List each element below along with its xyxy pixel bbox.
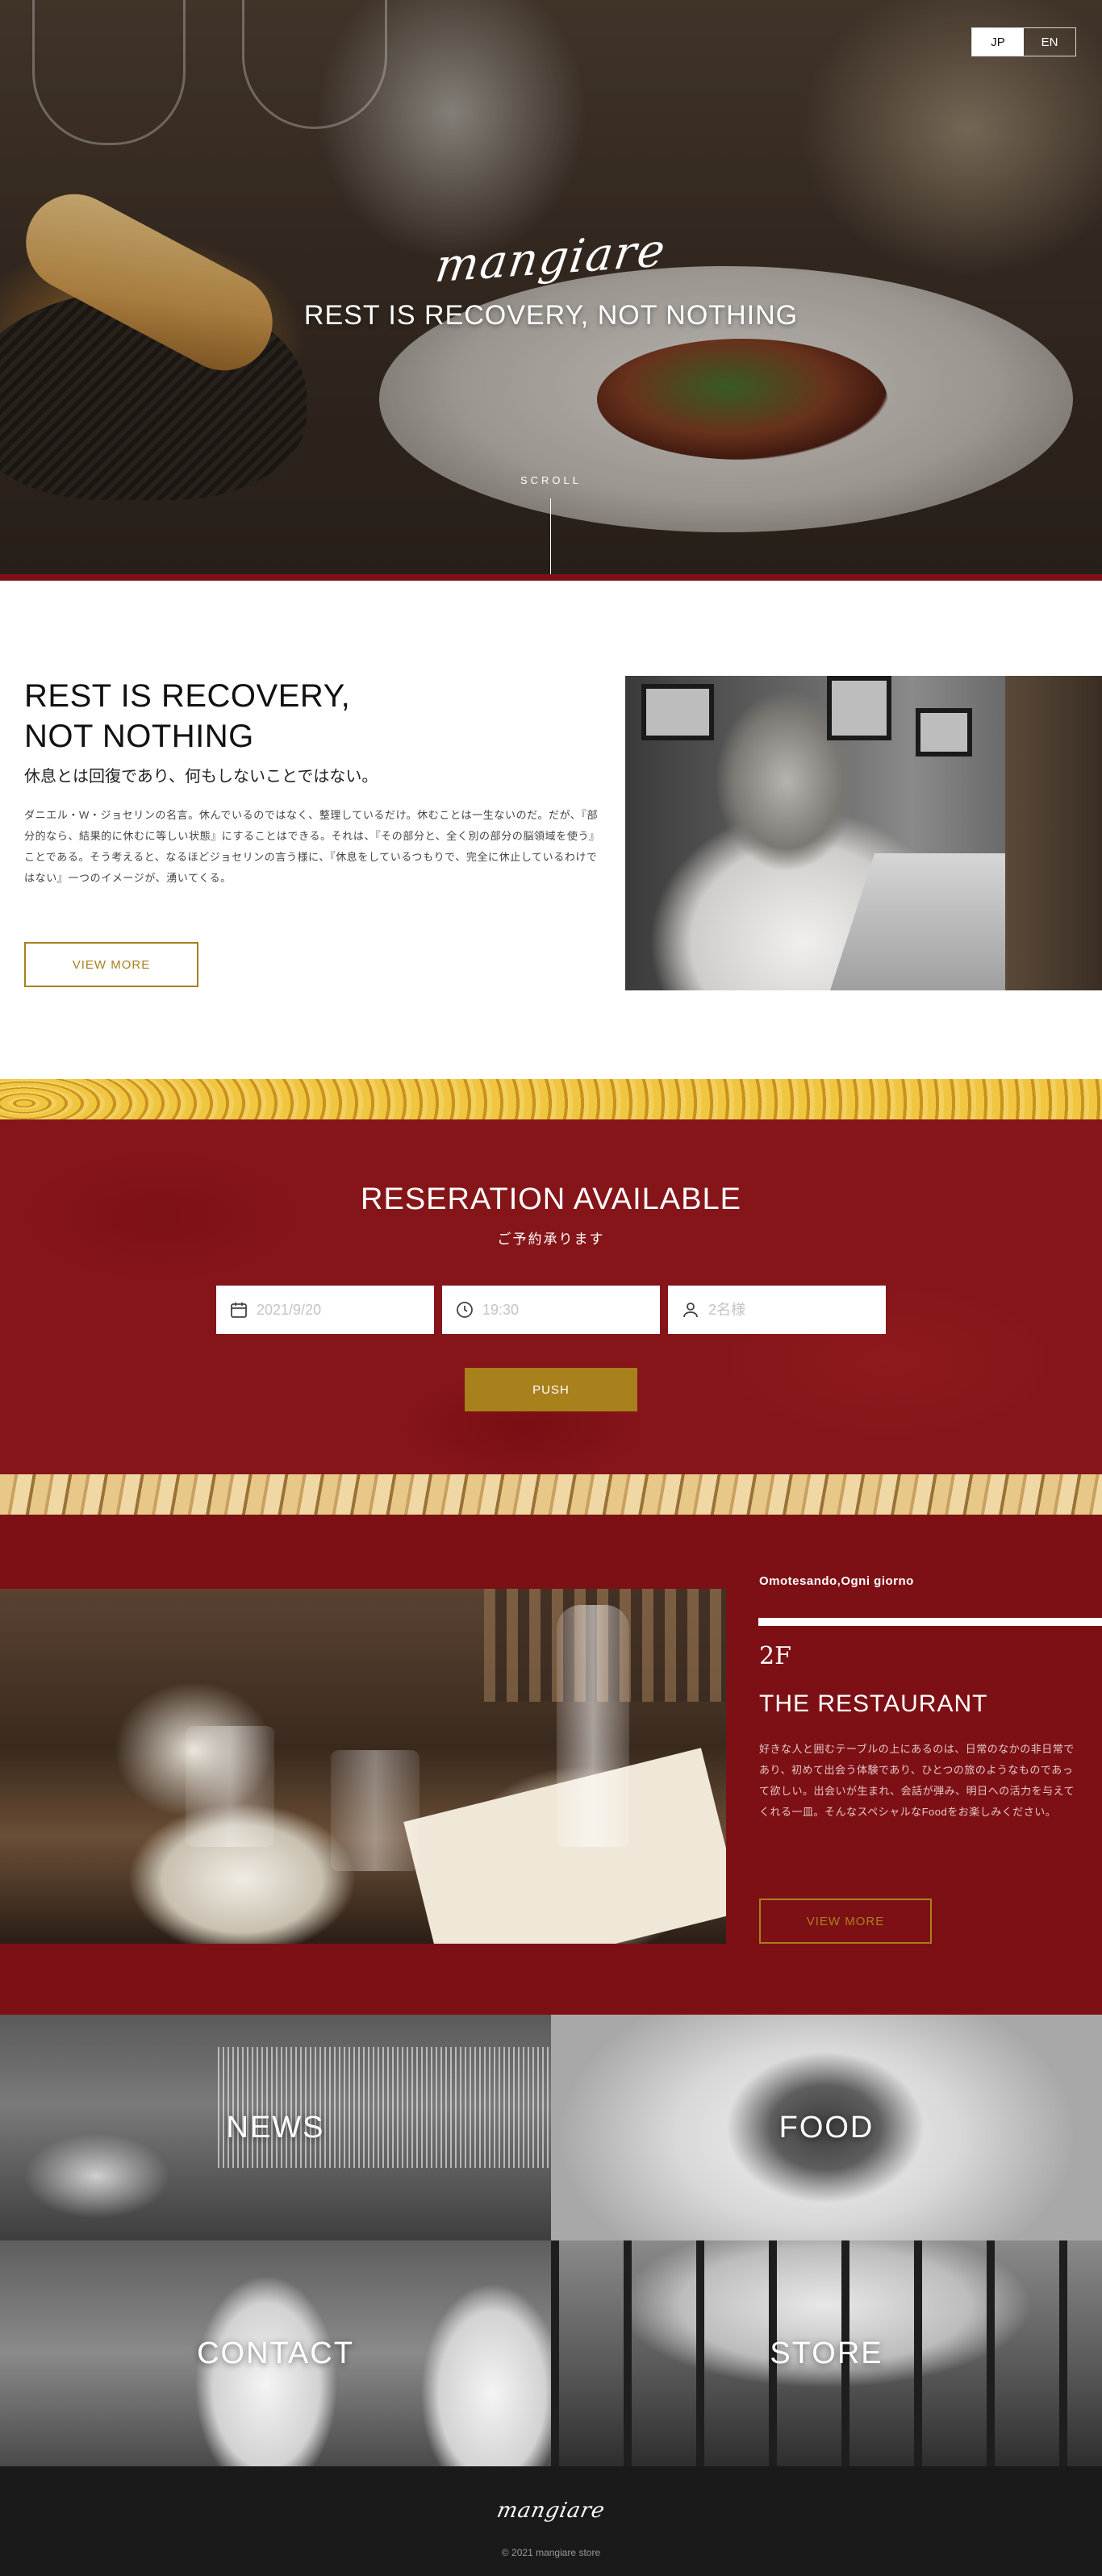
- intro-heading: REST IS RECOVERY, NOT NOTHING: [24, 676, 350, 757]
- intro-subheading: 休息とは回復であり、何もしないことではない。: [24, 768, 378, 786]
- chef-photo-door: [1005, 676, 1102, 990]
- restaurant-view-more-button[interactable]: VIEW MORE: [759, 1899, 932, 1944]
- intro-heading-line1: REST IS RECOVERY,: [24, 678, 351, 714]
- hero-bottom-bar: [0, 574, 1102, 581]
- restaurant-photo-bottle: [557, 1605, 629, 1847]
- scroll-label[interactable]: SCROLL: [0, 474, 1102, 486]
- pasta-divider-top: [0, 1079, 1102, 1119]
- people-input[interactable]: [708, 1301, 870, 1319]
- store-tile[interactable]: STORE: [551, 2240, 1102, 2466]
- restaurant-photo: [0, 1589, 726, 1944]
- time-input[interactable]: [482, 1301, 644, 1319]
- restaurant-tagline: Omotesando,Ogni giorno: [759, 1574, 914, 1588]
- lang-en-button[interactable]: EN: [1024, 28, 1075, 56]
- intro-heading-line2: NOT NOTHING: [24, 719, 254, 754]
- intro-body-text: ダニエル・W・ジョセリンの名言。休んでいるのではなく、整理しているだけ。休むこと…: [24, 809, 599, 884]
- intro-view-more-button[interactable]: VIEW MORE: [24, 942, 198, 987]
- news-tile[interactable]: NEWS: [0, 2015, 551, 2240]
- language-switcher: JP EN: [971, 27, 1076, 56]
- news-tile-label: NEWS: [226, 2110, 325, 2145]
- copyright: © 2021 mangiare store: [501, 2547, 601, 2558]
- footer-logo[interactable]: mangiare: [0, 2499, 1102, 2523]
- store-tile-label: STORE: [770, 2336, 883, 2370]
- reservation-title: RESERATION AVAILABLE: [361, 1182, 741, 1216]
- restaurant-photo-glass: [186, 1726, 274, 1847]
- food-tile[interactable]: FOOD: [551, 2015, 1102, 2240]
- date-input[interactable]: [257, 1301, 418, 1319]
- hero-title: REST IS RECOVERY, NOT NOTHING: [303, 300, 799, 331]
- wall-frame: [916, 708, 972, 757]
- pasta-divider-bottom: [0, 1474, 1102, 1515]
- people-field[interactable]: [668, 1286, 886, 1334]
- restaurant-description: 好きな人と囲むテーブルの上にあるのは、日常のなかの非日常であり、初めて出会う体験…: [759, 1743, 1075, 1818]
- restaurant-floor: 2F: [759, 1642, 791, 1670]
- calendar-icon: [231, 1303, 247, 1318]
- push-button[interactable]: PUSH: [465, 1368, 637, 1411]
- contact-tile-label: CONTACT: [197, 2336, 354, 2370]
- restaurant-name: THE RESTAURANT: [759, 1690, 988, 1717]
- footer: mangiare © 2021 mangiare store: [0, 2466, 1102, 2576]
- restaurant-section: Omotesando,Ogni giorno 2F THE RESTAURANT…: [0, 1515, 1102, 2015]
- scroll-indicator-line: [550, 498, 551, 581]
- time-field[interactable]: [442, 1286, 660, 1334]
- wall-frame: [827, 676, 891, 740]
- intro-section: REST IS RECOVERY, NOT NOTHING 休息とは回復であり、…: [0, 581, 1102, 1079]
- food-tile-label: FOOD: [778, 2110, 875, 2145]
- nav-tiles: NEWS FOOD CONTACT STORE: [0, 2015, 1102, 2466]
- clock-icon: [457, 1302, 473, 1318]
- restaurant-divider-line: [758, 1618, 1102, 1626]
- date-field[interactable]: [216, 1286, 434, 1334]
- restaurant-photo-glass: [331, 1750, 420, 1871]
- hero-section: JP EN mangiare REST IS RECOVERY, NOT NOT…: [0, 0, 1102, 581]
- wall-frame: [641, 684, 714, 740]
- chef-photo: [625, 676, 1102, 990]
- person-icon: [683, 1303, 698, 1318]
- reservation-section: RESERATION AVAILABLE ご予約承ります PUSH: [0, 1119, 1102, 1474]
- contact-tile[interactable]: CONTACT: [0, 2240, 551, 2466]
- reservation-subtitle: ご予約承ります: [497, 1232, 605, 1247]
- lang-jp-button[interactable]: JP: [972, 28, 1024, 56]
